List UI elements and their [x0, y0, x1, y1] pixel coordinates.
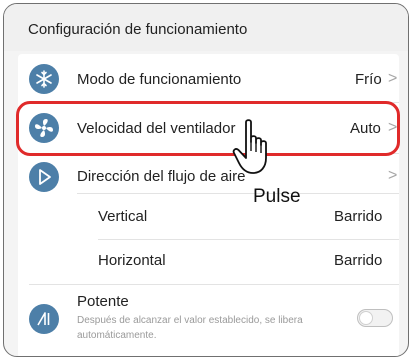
powerful-toggle[interactable]: [357, 309, 393, 327]
operation-mode-value: Frío: [355, 71, 382, 88]
horizontal-row[interactable]: Horizontal Barrido: [18, 240, 399, 284]
vertical-value: Barrido: [334, 208, 383, 225]
operation-mode-label: Modo de funcionamiento: [77, 71, 242, 88]
settings-panel: Configuración de funcionamiento Modo de …: [3, 3, 409, 357]
powerful-label: Potente: [77, 293, 129, 310]
panel-header: Configuración de funcionamiento: [4, 4, 408, 51]
pulse-annotation: Pulse: [253, 186, 301, 207]
horizontal-value: Barrido: [334, 252, 383, 269]
airflow-direction-icon: [29, 162, 59, 192]
vertical-row[interactable]: Vertical Barrido: [18, 194, 399, 239]
horizontal-label: Horizontal: [98, 252, 166, 269]
chevron-right-icon: >: [388, 70, 398, 87]
powerful-description: Después de alcanzar el valor establecido…: [77, 315, 303, 341]
toggle-knob: [359, 311, 373, 325]
panel-title: Configuración de funcionamiento: [28, 21, 248, 38]
vertical-label: Vertical: [98, 208, 148, 225]
pointing-hand-icon: [232, 119, 267, 174]
airflow-direction-label: Dirección del flujo de aire: [77, 168, 246, 185]
chevron-right-icon: >: [388, 167, 398, 184]
settings-list: Modo de funcionamiento Frío > Velocidad …: [18, 54, 399, 356]
powerful-row: Potente Después de alcanzar el valor est…: [18, 285, 399, 355]
snowflake-sun-icon: [29, 64, 59, 94]
fan-speed-highlight: [16, 101, 400, 156]
operation-mode-row[interactable]: Modo de funcionamiento Frío >: [18, 54, 399, 102]
powerful-icon: [29, 304, 59, 334]
